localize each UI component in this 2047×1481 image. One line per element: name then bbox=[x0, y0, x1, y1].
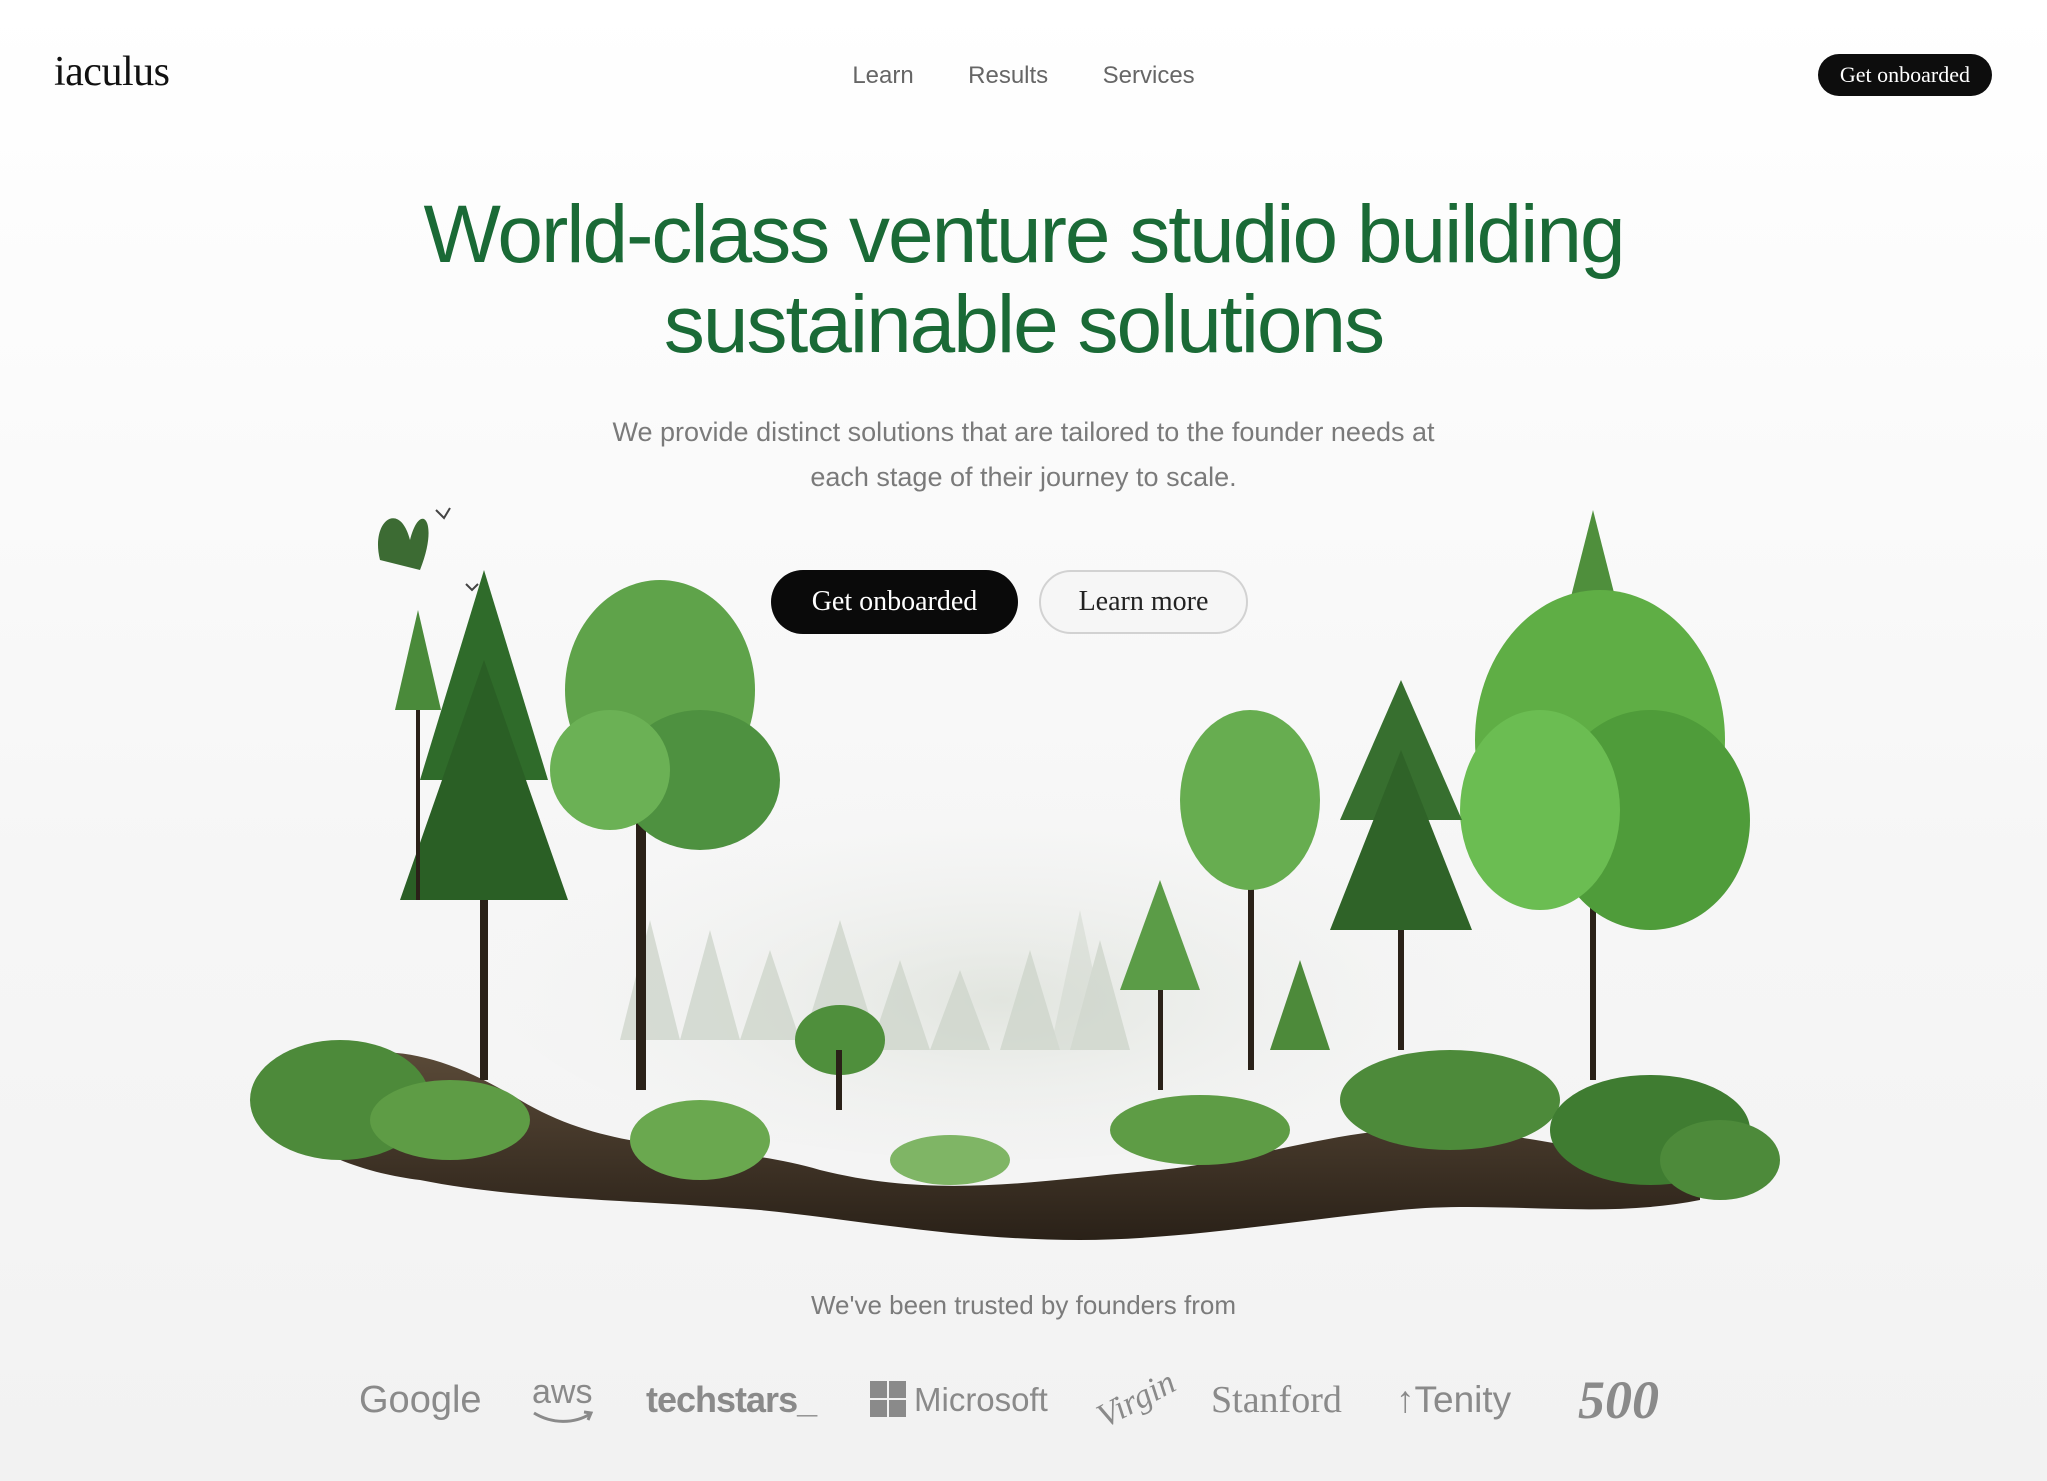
hero-title-line-1: World-class venture studio building bbox=[423, 189, 1625, 280]
google-logo: Google bbox=[359, 1379, 482, 1421]
microsoft-grid-icon bbox=[870, 1381, 906, 1417]
hero-title: World-class venture studio building sust… bbox=[0, 190, 2047, 370]
virgin-logo: Virgin bbox=[1090, 1363, 1182, 1436]
aws-logo: aws bbox=[532, 1365, 594, 1435]
partner-logo-row: Google aws techstars_ Microsoft Virgin S… bbox=[0, 1364, 2047, 1436]
hero-title-line-2: sustainable solutions bbox=[663, 279, 1385, 370]
microsoft-logo: Microsoft bbox=[870, 1365, 1048, 1435]
nav-links: Learn Results Services bbox=[0, 62, 2047, 90]
500-logo: 500 bbox=[1578, 1370, 1659, 1430]
hero-subtitle-line-1: We provide distinct solutions that are t… bbox=[612, 417, 1435, 447]
aws-smile-icon bbox=[533, 1410, 594, 1423]
birds bbox=[435, 507, 479, 592]
techstars-logo: techstars_ bbox=[646, 1379, 817, 1420]
rocket-icon: ↑ bbox=[1396, 1379, 1415, 1420]
nav-link-services[interactable]: Services bbox=[1103, 62, 1195, 90]
nav-get-onboarded-button[interactable]: Get onboarded bbox=[1817, 54, 1992, 96]
microsoft-logo-text: Microsoft bbox=[914, 1381, 1048, 1418]
nav-link-learn[interactable]: Learn bbox=[852, 62, 913, 90]
tenity-logo: ↑Tenity bbox=[1396, 1365, 1511, 1435]
forest-island-illustration bbox=[250, 507, 1780, 1240]
nav-link-results[interactable]: Results bbox=[968, 62, 1048, 90]
aws-logo-text: aws bbox=[532, 1373, 593, 1411]
trusted-by-label: We've been trusted by founders from bbox=[810, 1290, 1237, 1320]
tenity-logo-text: Tenity bbox=[1414, 1379, 1512, 1420]
site-logo[interactable]: iaculus bbox=[54, 48, 170, 96]
stanford-logo: Stanford bbox=[1211, 1379, 1342, 1421]
top-navigation: iaculus Learn Results Services Get onboa… bbox=[0, 0, 2047, 150]
